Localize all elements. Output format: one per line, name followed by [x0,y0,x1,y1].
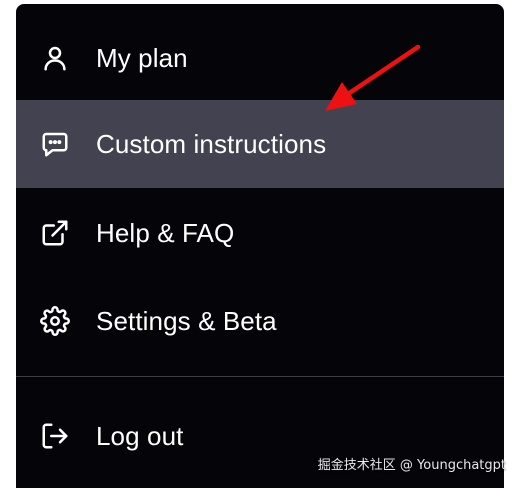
menu-item-custom-instructions[interactable]: Custom instructions [16,100,504,188]
menu-item-my-plan[interactable]: My plan [16,14,504,102]
logout-icon [39,420,71,452]
external-link-icon [39,217,71,249]
menu-item-label: Custom instructions [96,129,327,159]
gear-icon [39,305,71,337]
user-icon [39,42,71,74]
menu-item-label: Help & FAQ [96,218,235,248]
menu-item-label: Log out [96,421,184,451]
menu-item-label: My plan [96,43,188,73]
account-menu: My plan Custom instructions Help & FAQ S… [16,4,504,488]
menu-item-label: Settings & Beta [96,306,277,336]
menu-item-settings-beta[interactable]: Settings & Beta [16,277,504,365]
chat-bubble-icon [39,128,71,160]
watermark: 掘金技术社区 @ Youngchatgpt [317,458,506,473]
page: My plan Custom instructions Help & FAQ S… [0,0,520,488]
menu-item-help-faq[interactable]: Help & FAQ [16,189,504,277]
menu-divider [16,376,504,377]
